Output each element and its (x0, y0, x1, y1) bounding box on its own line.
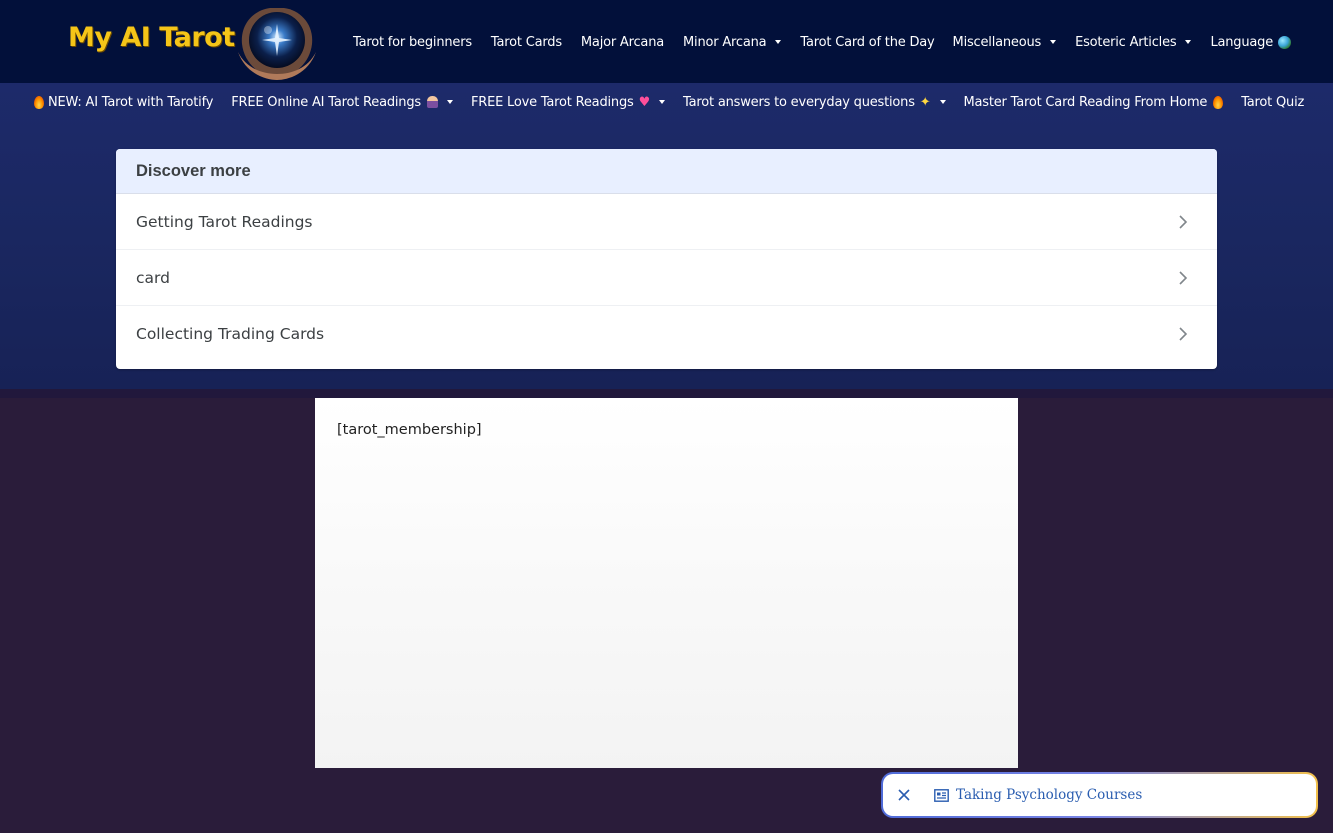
caret-down-icon (939, 100, 946, 104)
fire-icon (1213, 95, 1224, 109)
main-content: [tarot_membership] (315, 398, 1018, 768)
nav-esoteric-articles[interactable]: Esoteric Articles (1075, 34, 1192, 50)
nav-miscellaneous[interactable]: Miscellaneous (953, 35, 1057, 50)
caret-down-icon (1185, 40, 1192, 44)
secondary-nav: NEW: AI Tarot with Tarotify FREE Online … (34, 93, 1304, 111)
discover-item-getting-tarot-readings[interactable]: Getting Tarot Readings (116, 194, 1217, 250)
subnav-label: FREE Love Tarot Readings (470, 94, 634, 110)
heart-icon: ♥ (638, 94, 651, 110)
globe-icon (1278, 35, 1292, 49)
close-icon[interactable] (897, 788, 911, 802)
chevron-right-icon (1179, 214, 1188, 229)
subnav-label: NEW: AI Tarot with Tarotify (48, 94, 214, 110)
crystal-ball-logo-icon[interactable] (232, 4, 322, 80)
discover-item-card[interactable]: card (116, 250, 1217, 306)
nav-label: Tarot for beginners (353, 34, 472, 50)
nav-language[interactable]: Language (1210, 34, 1292, 50)
caret-down-icon (775, 40, 782, 44)
main-nav: Tarot for beginners Tarot Cards Major Ar… (353, 32, 1292, 52)
section-divider (0, 389, 1333, 398)
nav-minor-arcana[interactable]: Minor Arcana (683, 34, 782, 50)
subnav-label: Tarot Quiz (1241, 94, 1305, 110)
nav-label: Language (1210, 34, 1274, 50)
caret-down-icon (1050, 40, 1057, 44)
caret-down-icon (446, 100, 453, 104)
chevron-right-icon (1179, 327, 1188, 341)
tarot-reader-icon (426, 96, 438, 108)
article-icon (934, 789, 949, 802)
site-logo-text[interactable]: My AI Tarot (68, 22, 235, 53)
nav-label: Minor Arcana (683, 34, 767, 50)
sparkle-icon: ✦ (919, 94, 931, 110)
site-header: My AI Tarot Tarot for beginners Tarot Ca… (0, 0, 1333, 83)
nav-label: Major Arcana (580, 34, 665, 50)
nav-tarot-card-of-the-day[interactable]: Tarot Card of the Day (800, 35, 934, 50)
subnav-free-online-readings[interactable]: FREE Online AI Tarot Readings (231, 95, 453, 110)
caret-down-icon (659, 100, 666, 104)
nav-label: Esoteric Articles (1075, 34, 1177, 50)
nav-tarot-cards[interactable]: Tarot Cards (491, 35, 562, 50)
nav-major-arcana[interactable]: Major Arcana (581, 35, 664, 50)
discover-item-collecting-trading-cards[interactable]: Collecting Trading Cards (116, 306, 1217, 362)
discover-item-label: Collecting Trading Cards (136, 325, 325, 343)
subnav-label: Tarot answers to everyday questions (683, 94, 915, 110)
nav-label: Miscellaneous (952, 34, 1042, 50)
membership-shortcode-text: [tarot_membership] (337, 422, 482, 438)
subnav-tarot-quiz[interactable]: Tarot Quiz (1241, 95, 1304, 110)
fire-icon (34, 95, 44, 109)
subnav-free-love-readings[interactable]: FREE Love Tarot Readings ♥ (470, 94, 666, 110)
related-search-bar: Taking Psychology Courses (881, 772, 1318, 818)
discover-more-panel: Discover more Getting Tarot Readings car… (116, 149, 1217, 369)
discover-item-label: Getting Tarot Readings (136, 212, 313, 231)
subnav-ai-tarot-tarotify[interactable]: NEW: AI Tarot with Tarotify (34, 95, 213, 110)
discover-item-label: card (136, 268, 170, 287)
chevron-right-icon (1179, 270, 1188, 285)
subnav-label: FREE Online AI Tarot Readings (231, 94, 421, 110)
discover-more-title: Discover more (116, 149, 1217, 194)
nav-label: Tarot Card of the Day (800, 34, 935, 50)
nav-tarot-for-beginners[interactable]: Tarot for beginners (353, 35, 472, 50)
nav-label: Tarot Cards (490, 34, 562, 50)
subnav-master-tarot-reading[interactable]: Master Tarot Card Reading From Home (964, 95, 1224, 110)
subnav-everyday-questions[interactable]: Tarot answers to everyday questions ✦ (683, 94, 946, 110)
subnav-label: Master Tarot Card Reading From Home (963, 94, 1208, 110)
related-search-link[interactable]: Taking Psychology Courses (956, 787, 1142, 803)
